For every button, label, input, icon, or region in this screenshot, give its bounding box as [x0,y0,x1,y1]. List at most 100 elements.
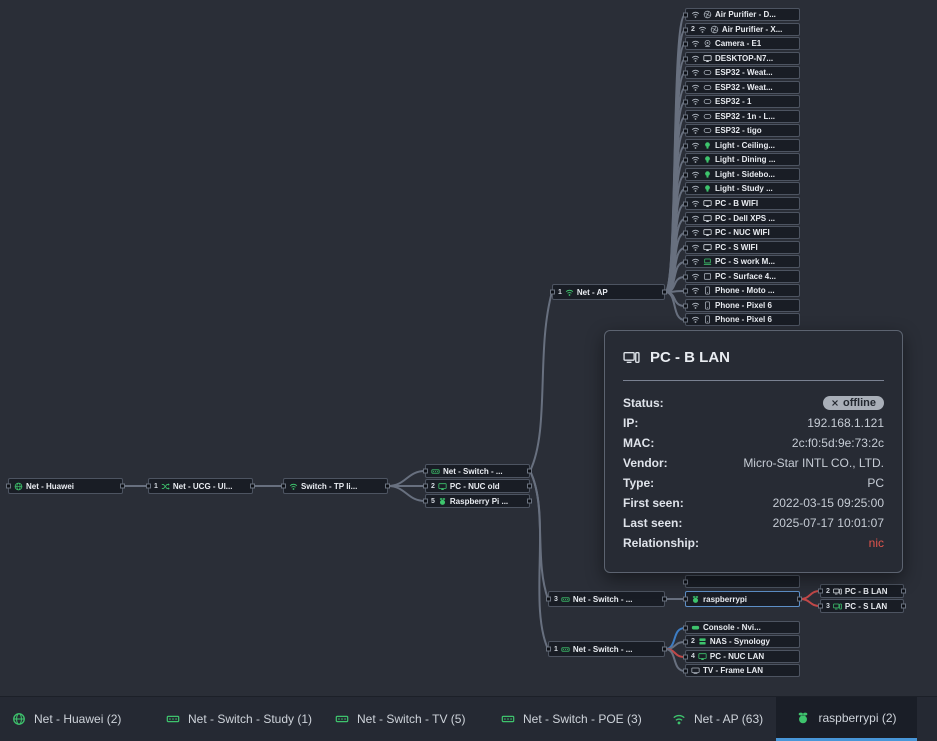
switch-icon [561,595,570,604]
device-node[interactable]: PC - NUC WIFI [685,226,800,239]
node-label: DESKTOP-N7... [715,54,793,63]
tab-net-switch-poe[interactable]: Net - Switch - POE (3) [501,697,642,741]
device-node[interactable]: ESP32 - 1 [685,95,800,108]
wifi-icon [672,712,686,726]
node-label: Light - Dining ... [715,155,793,164]
device-node[interactable]: 2Air Purifier - X... [685,23,800,36]
pc-icon [623,349,640,366]
port-handle [281,484,286,489]
node-label: PC - S WIFI [715,243,793,252]
tab-net-huawei[interactable]: Net - Huawei (2) [12,697,121,741]
divider [623,380,884,381]
device-node[interactable]: Light - Study ... [685,182,800,195]
device-node[interactable]: PC - S WIFI [685,241,800,254]
port-handle [683,99,688,104]
device-node[interactable]: DESKTOP-N7... [685,52,800,65]
bulb-icon [703,155,712,164]
port-handle [683,245,688,250]
port-handle [662,597,667,602]
field-value: nic [869,536,884,550]
monitor-icon [703,54,712,63]
phone-icon [703,301,712,310]
node-net-switch-a[interactable]: 3 Net - Switch - ... [548,591,665,607]
node-pc-s-lan[interactable]: 3 PC - S LAN [820,599,904,613]
node-net-switch-b[interactable]: 1 Net - Switch - ... [548,641,665,657]
device-node[interactable]: Camera - E1 [685,37,800,50]
phone-icon [703,315,712,324]
device-node[interactable]: Air Purifier - D... [685,8,800,21]
device-node[interactable]: Light - Ceiling... [685,139,800,152]
node-label: Switch - TP li... [301,482,381,491]
device-node[interactable]: ESP32 - Weat... [685,66,800,79]
edge-link [388,486,425,501]
bulb-icon [703,170,712,179]
field-value: 2025-07-17 10:01:07 [773,516,884,530]
port-handle [423,469,428,474]
device-node[interactable]: PC - Surface 4... [685,270,800,283]
node-pc-nuc-old[interactable]: 2 PC - NUC old [425,479,530,493]
port-handle [683,114,688,119]
device-node[interactable]: ESP32 - 1n - L... [685,110,800,123]
node-raspberrypi[interactable]: raspberrypi [685,591,800,607]
node-label: ESP32 - 1 [715,97,793,106]
monitor-icon [703,228,712,237]
port-handle [546,597,551,602]
port-handle [527,484,532,489]
tab-net-ap[interactable]: Net - AP (63) [672,697,763,741]
device-node[interactable]: ESP32 - Weat... [685,81,800,94]
device-node[interactable]: TV - Frame LAN [685,664,800,677]
camera-icon [703,39,712,48]
wifi-icon [691,272,700,281]
device-node[interactable]: Phone - Pixel 6 [685,313,800,326]
node-raspberry-pi[interactable]: 5 Raspberry Pi ... [425,494,530,508]
port-handle [527,499,532,504]
wifi-icon [691,257,700,266]
pc-icon [833,602,842,611]
device-node-clipped[interactable] [685,575,800,588]
port-handle [901,604,906,609]
chip-icon [703,83,712,92]
device-node[interactable]: Phone - Pixel 6 [685,299,800,312]
node-switch-tp[interactable]: Switch - TP li... [283,478,388,494]
tab-label: raspberrypi (2) [818,711,896,725]
device-node[interactable]: Console - Nvi... [685,621,800,634]
port-handle [797,597,802,602]
tab-net-switch-tv[interactable]: Net - Switch - TV (5) [335,697,465,741]
node-net-ap[interactable]: 1 Net - AP [552,284,665,300]
node-pc-b-lan[interactable]: 2 PC - B LAN [820,584,904,598]
device-node[interactable]: PC - S work M... [685,255,800,268]
topology-canvas[interactable]: Net - Huawei 1 Net - UCG - Ul... Switch … [0,0,937,696]
node-label: Console - Nvi... [703,623,793,632]
port-number: 2 [691,638,695,645]
port-handle [683,56,688,61]
port-handle [683,201,688,206]
status-text: offline [843,397,876,409]
wifi-icon [691,301,700,310]
wifi-icon [691,228,700,237]
field-label: Type: [623,476,654,490]
device-node[interactable]: Light - Sidebo... [685,168,800,181]
port-handle [683,143,688,148]
port-number: 3 [826,603,830,610]
device-node[interactable]: 4PC - NUC LAN [685,650,800,663]
port-handle [683,70,688,75]
tooltip-row-type: Type: PC [621,473,886,493]
device-node[interactable]: Phone - Moto ... [685,284,800,297]
node-net-huawei[interactable]: Net - Huawei [8,478,123,494]
tab-raspberrypi[interactable]: raspberrypi (2) [776,697,917,741]
device-node[interactable]: Light - Dining ... [685,153,800,166]
node-net-switch-cluster[interactable]: Net - Switch - ... [425,464,530,478]
tab-net-switch-study[interactable]: Net - Switch - Study (1) [166,697,312,741]
port-number: 2 [826,588,830,595]
device-node[interactable]: PC - Dell XPS ... [685,212,800,225]
device-node[interactable]: PC - B WIFI [685,197,800,210]
node-net-ucg[interactable]: 1 Net - UCG - Ul... [148,478,253,494]
node-label: PC - Dell XPS ... [715,214,793,223]
device-node[interactable]: 2NAS - Synology [685,635,800,648]
node-label: ESP32 - 1n - L... [715,112,793,121]
device-node[interactable]: ESP32 - tigo [685,124,800,137]
tablet-icon [703,272,712,281]
laptop-icon [703,257,712,266]
chip-icon [703,68,712,77]
wifi-icon [698,25,707,34]
